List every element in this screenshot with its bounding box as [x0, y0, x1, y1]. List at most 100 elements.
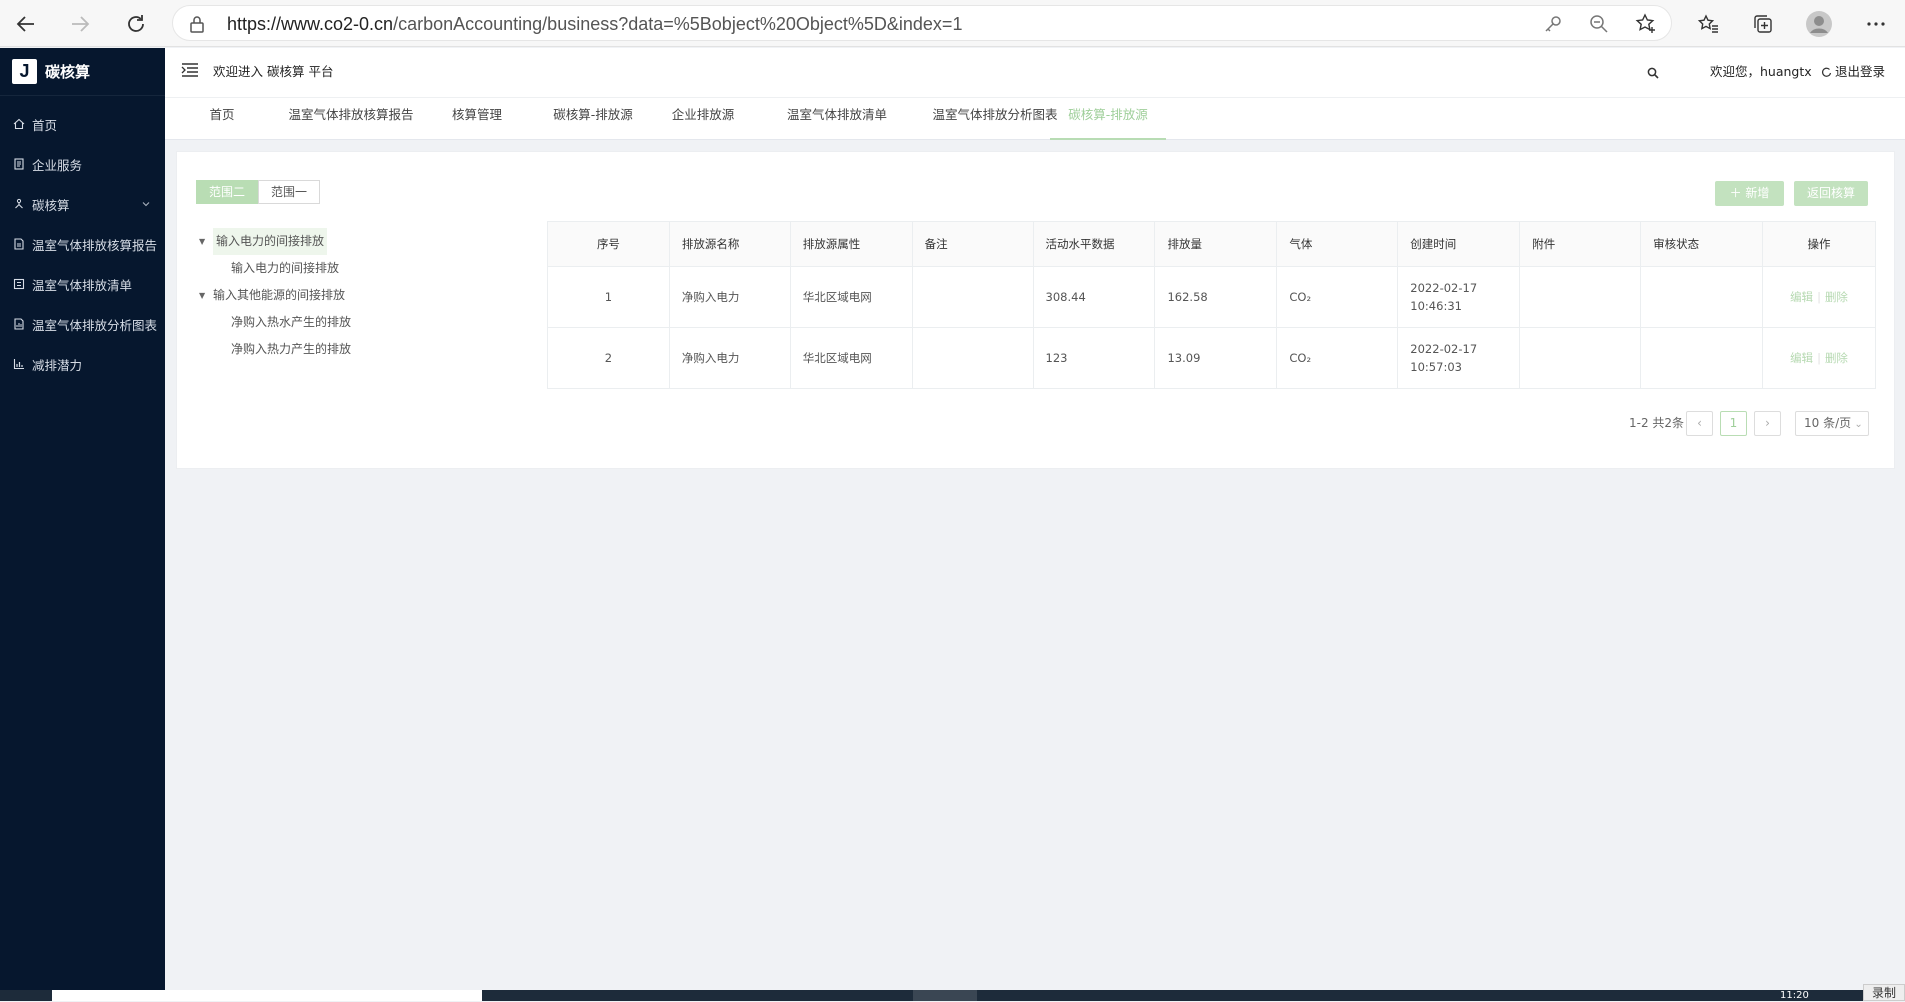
separator: | [1817, 290, 1821, 304]
more-icon[interactable] [1860, 8, 1892, 40]
profile-avatar-icon[interactable] [1803, 8, 1835, 40]
col-header: 排放源名称 [668, 221, 791, 267]
chevron-left-icon: ‹ [1697, 416, 1702, 430]
tree-node-other-energy[interactable]: ▼ 输入其他能源的间接排放 [199, 282, 351, 309]
tab-bar: 首页 温室气体排放核算报告 核算管理 碳核算-排放源 企业排放源 温室气体排放清… [165, 98, 1905, 140]
record-button[interactable]: 录制 [1863, 984, 1905, 1001]
favorites-icon[interactable] [1692, 8, 1724, 40]
sidebar: J 碳核算 首页 企业服务 碳核算 温室气体排放核算报告 温室气体排放清单 温室… [0, 48, 165, 990]
prev-page-button[interactable]: ‹ [1686, 411, 1713, 436]
back-icon[interactable] [10, 8, 42, 40]
search-icon[interactable] [1647, 64, 1659, 83]
tree-node-electricity[interactable]: ▼ 输入电力的间接排放 [199, 228, 351, 255]
return-accounting-button[interactable]: 返回核算 [1794, 181, 1868, 206]
taskbar-clock: 11:20 [1780, 990, 1809, 1001]
add-label: 新增 [1745, 186, 1770, 200]
tab-carbon-emission-source-active[interactable]: 碳核算-排放源 [1050, 98, 1166, 140]
sidebar-item-label: 温室气体排放清单 [32, 277, 133, 293]
cell-status [1640, 266, 1764, 328]
chevron-right-icon: › [1765, 416, 1770, 430]
sidebar-item-carbon-accounting[interactable]: 碳核算 [0, 184, 165, 224]
tree-node-electricity-child[interactable]: 输入电力的间接排放 [199, 255, 351, 282]
sidebar-item-home[interactable]: 首页 [0, 104, 165, 144]
cell-activity: 308.44 [1032, 266, 1156, 328]
caret-down-icon[interactable]: ▼ [199, 282, 213, 309]
cell-attr: 华北区域电网 [789, 266, 913, 328]
browser-toolbar: https://www.co2-0.cn/carbonAccounting/bu… [0, 0, 1905, 47]
tree-node-label: 净购入热力产生的排放 [231, 342, 352, 356]
col-header: 创建时间 [1397, 221, 1521, 267]
taskbar-search-box[interactable] [52, 990, 482, 1001]
network-icon [12, 197, 26, 211]
cell-name: 净购入电力 [668, 327, 791, 389]
tree-node-label: 输入其他能源的间接排放 [213, 288, 346, 302]
cell-attr: 华北区域电网 [789, 327, 913, 389]
scope-switch: 范围二 范围一 [196, 180, 320, 204]
caret-down-icon[interactable]: ▼ [199, 228, 213, 255]
tab-carbon-emission-source[interactable]: 碳核算-排放源 [529, 98, 657, 140]
delete-link[interactable]: 删除 [1825, 290, 1848, 304]
table-header-row: 序号 排放源名称 排放源属性 备注 活动水平数据 排放量 气体 创建时间 附件 … [547, 221, 1876, 267]
add-button[interactable]: ＋ 新增 [1715, 181, 1784, 206]
cell-no: 2 [547, 327, 670, 389]
menu-toggle-icon[interactable] [181, 62, 199, 82]
taskbar-active-app[interactable] [913, 990, 977, 1001]
logo-mark: J [12, 59, 37, 84]
chevron-down-icon: ⌄ [1851, 419, 1863, 430]
zoom-out-icon[interactable] [1589, 14, 1609, 38]
delete-link[interactable]: 删除 [1825, 351, 1848, 365]
next-page-button[interactable]: › [1754, 411, 1781, 436]
logo[interactable]: J 碳核算 [0, 48, 165, 96]
col-header: 排放源属性 [789, 221, 913, 267]
sidebar-item-enterprise-service[interactable]: 企业服务 [0, 144, 165, 184]
tree-node-hot-water[interactable]: 净购入热水产生的排放 [199, 309, 351, 336]
tree-node-heat[interactable]: 净购入热力产生的排放 [199, 336, 351, 363]
edit-link[interactable]: 编辑 [1790, 290, 1813, 304]
add-favorite-icon[interactable] [1635, 13, 1657, 39]
tab-accounting-management[interactable]: 核算管理 [437, 98, 517, 140]
tab-emission-inventory[interactable]: 温室气体排放清单 [759, 98, 915, 140]
cell-activity: 123 [1032, 327, 1156, 389]
logout-icon [1821, 67, 1832, 78]
sidebar-item-reduction-potential[interactable]: 减排潜力 [0, 344, 165, 384]
logout-button[interactable]: 退出登录 [1821, 48, 1885, 96]
refresh-icon[interactable] [120, 8, 152, 40]
address-bar[interactable]: https://www.co2-0.cn/carbonAccounting/bu… [172, 5, 1672, 41]
tab-enterprise-emission-source[interactable]: 企业排放源 [655, 98, 751, 140]
created-date: 2022-02-17 [1410, 281, 1478, 295]
edit-link[interactable]: 编辑 [1790, 351, 1813, 365]
sidebar-item-label: 减排潜力 [32, 357, 83, 373]
scope1-button[interactable]: 范围一 [258, 180, 320, 204]
col-header: 操作 [1762, 221, 1876, 267]
tab-emission-report[interactable]: 温室气体排放核算报告 [273, 98, 429, 140]
collections-icon[interactable] [1747, 8, 1779, 40]
forward-icon[interactable] [64, 8, 96, 40]
tree-node-label: 输入电力的间接排放 [213, 228, 328, 255]
plus-icon: ＋ [1729, 186, 1746, 200]
col-header: 备注 [911, 221, 1034, 267]
document-icon [12, 157, 26, 171]
tree-node-label: 输入电力的间接排放 [231, 261, 340, 275]
page-size-select[interactable]: 10 条/页 ⌄ [1795, 411, 1869, 436]
sidebar-item-label: 碳核算 [32, 197, 70, 213]
cell-note [911, 266, 1034, 328]
url-text: https://www.co2-0.cn/carbonAccounting/bu… [227, 14, 963, 34]
sidebar-item-analysis-chart[interactable]: 温室气体排放分析图表 [0, 304, 165, 344]
col-header: 活动水平数据 [1032, 221, 1156, 267]
sidebar-item-label: 温室气体排放分析图表 [32, 317, 158, 333]
sidebar-item-label: 企业服务 [32, 157, 83, 173]
sidebar-item-label: 首页 [32, 117, 58, 133]
cell-name: 净购入电力 [668, 266, 791, 328]
cell-gas: CO₂ [1276, 266, 1399, 328]
logo-text: 碳核算 [45, 63, 91, 81]
sidebar-item-inventory[interactable]: 温室气体排放清单 [0, 264, 165, 304]
key-icon[interactable] [1543, 14, 1563, 38]
scope2-button[interactable]: 范围二 [196, 180, 258, 204]
col-header: 气体 [1276, 221, 1399, 267]
chart-doc-icon [12, 317, 26, 331]
tree-node-label: 净购入热水产生的排放 [231, 315, 352, 329]
welcome-text: 欢迎进入 碳核算 平台 [213, 64, 334, 79]
sidebar-item-report[interactable]: 温室气体排放核算报告 [0, 224, 165, 264]
page-number-button[interactable]: 1 [1720, 411, 1747, 436]
tab-home[interactable]: 首页 [201, 98, 243, 140]
